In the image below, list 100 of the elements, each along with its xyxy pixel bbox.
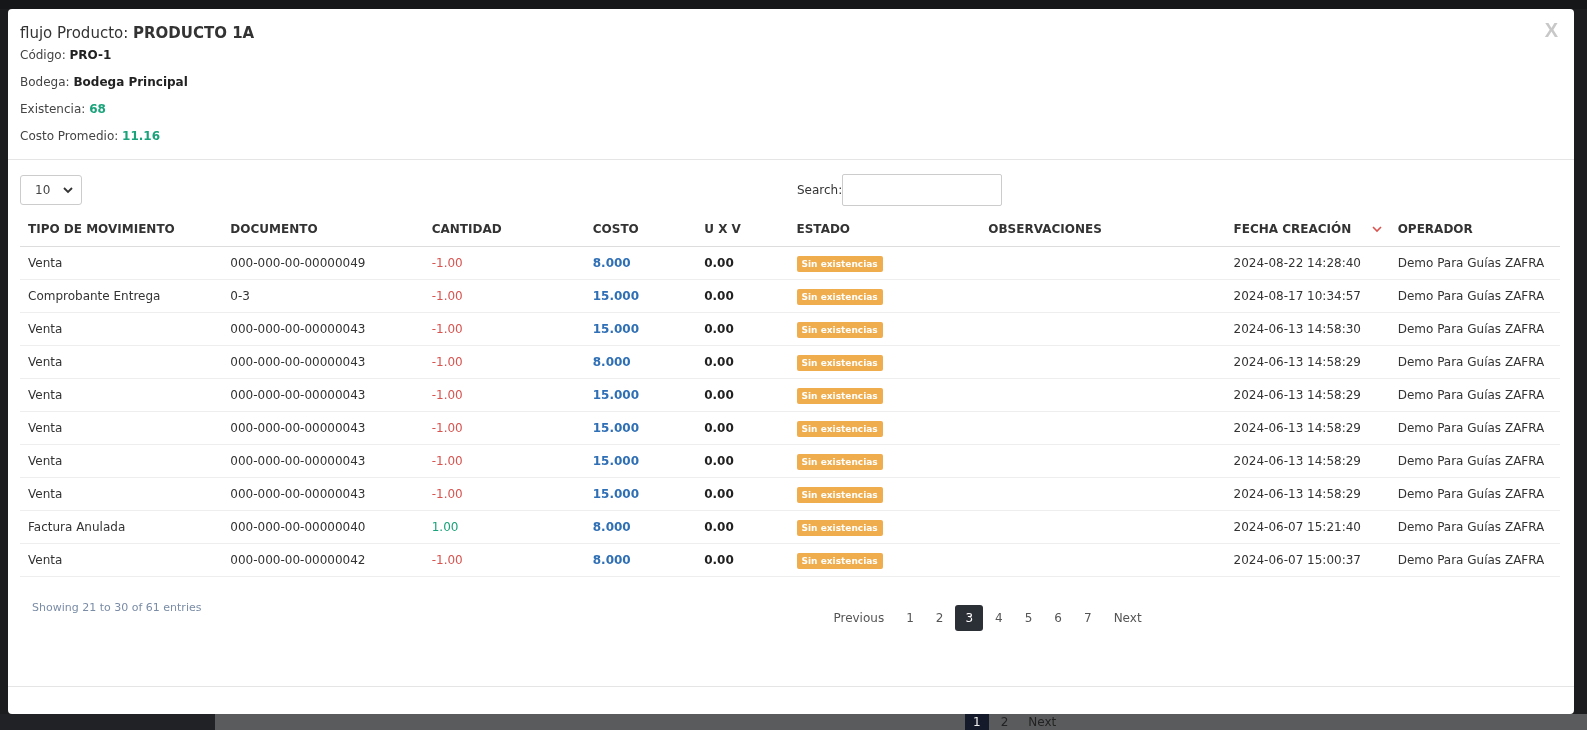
search-label: Search:	[797, 183, 843, 197]
table-cell: 0.00	[696, 246, 789, 280]
table-cell: 0.00	[696, 411, 789, 445]
table-cell: 8.000	[584, 345, 697, 379]
table-cell: 0.00	[696, 279, 789, 313]
status-badge: Sin existencias	[796, 355, 883, 371]
column-header[interactable]: OPERADOR	[1389, 212, 1560, 247]
table-cell: 2024-06-13 14:58:29	[1225, 345, 1390, 379]
table-cell: 0.00	[696, 444, 789, 478]
table-cell: -1.00	[423, 444, 585, 478]
page-link[interactable]: Next	[1103, 605, 1152, 631]
table-cell: 2024-06-13 14:58:29	[1225, 411, 1390, 445]
table-cell: 8.000	[584, 510, 697, 544]
table-cell: -1.00	[423, 246, 585, 280]
table-cell: Demo Para Guías ZAFRA	[1389, 411, 1560, 445]
table-cell: Demo Para Guías ZAFRA	[1389, 279, 1560, 313]
table-cell: 15.000	[584, 279, 697, 313]
table-cell: Comprobante Entrega	[20, 279, 223, 313]
column-header[interactable]: U X V	[696, 212, 789, 247]
table-cell: 1.00	[423, 510, 585, 544]
page-link[interactable]: 3	[955, 605, 984, 631]
status-badge: Sin existencias	[796, 553, 883, 569]
table-cell: Demo Para Guías ZAFRA	[1389, 378, 1560, 412]
column-header[interactable]: OBSERVACIONES	[980, 212, 1226, 247]
product-detail: Bodega: Bodega Principal	[20, 75, 189, 89]
table-cell: 000-000-00-00000043	[222, 444, 424, 478]
table-cell: 000-000-00-00000043	[222, 312, 424, 346]
table-cell: -1.00	[423, 312, 585, 346]
table-cell: -1.00	[423, 378, 585, 412]
product-detail: Costo Promedio: 11.16	[20, 129, 162, 143]
column-header[interactable]: CANTIDAD	[423, 212, 585, 247]
status-badge: Sin existencias	[796, 520, 883, 536]
background-page-link[interactable]: 1	[965, 714, 989, 730]
table-cell: Demo Para Guías ZAFRA	[1389, 477, 1560, 511]
sort-descending-icon	[1371, 225, 1382, 233]
table-cell: 2024-06-13 14:58:29	[1225, 444, 1390, 478]
status-badge: Sin existencias	[796, 487, 883, 503]
page-link[interactable]: 2	[925, 605, 954, 631]
table-cell: 0.00	[696, 477, 789, 511]
table-cell: Venta	[20, 444, 223, 478]
table-cell: -1.00	[423, 477, 585, 511]
table-cell: Venta	[20, 543, 223, 577]
table-cell: Venta	[20, 411, 223, 445]
table-cell: 2024-06-13 14:58:29	[1225, 378, 1390, 412]
column-header[interactable]: TIPO DE MOVIMIENTO	[20, 212, 223, 247]
table-cell: Venta	[20, 312, 223, 346]
table-cell: 000-000-00-00000042	[222, 543, 424, 577]
page-link[interactable]: 6	[1044, 605, 1072, 631]
table-cell: Demo Para Guías ZAFRA	[1389, 312, 1560, 346]
page-link[interactable]: Previous	[823, 605, 895, 631]
table-cell: 15.000	[584, 411, 697, 445]
product-detail: Existencia: 68	[20, 102, 107, 116]
table-cell: 15.000	[584, 378, 697, 412]
search-field[interactable]	[842, 174, 1003, 206]
table-cell: Venta	[20, 345, 223, 379]
column-header[interactable]: FECHA CREACIÓN	[1225, 212, 1390, 247]
table-cell: Demo Para Guías ZAFRA	[1389, 543, 1560, 577]
table-cell: 8.000	[584, 543, 697, 577]
table-cell: 0.00	[696, 378, 789, 412]
table-cell: 2024-06-07 15:00:37	[1225, 543, 1390, 577]
table-cell: 000-000-00-00000043	[222, 345, 424, 379]
table-cell: 2024-08-17 10:34:57	[1225, 279, 1390, 313]
table-cell: 2024-06-13 14:58:30	[1225, 312, 1390, 346]
table-cell: 0.00	[696, 312, 789, 346]
table-cell: 15.000	[584, 312, 697, 346]
page-link[interactable]: 1	[896, 605, 924, 631]
table-cell: 000-000-00-00000040	[222, 510, 424, 544]
page-link[interactable]: 5	[1014, 605, 1043, 631]
table-cell: 000-000-00-00000043	[222, 378, 424, 412]
table-cell: 8.000	[584, 246, 697, 280]
table-cell: 000-000-00-00000043	[222, 477, 424, 511]
table-cell: 2024-06-07 15:21:40	[1225, 510, 1390, 544]
column-header[interactable]: DOCUMENTO	[222, 212, 424, 247]
table-cell: -1.00	[423, 543, 585, 577]
table-cell: Demo Para Guías ZAFRA	[1389, 510, 1560, 544]
table-cell: 2024-08-22 14:28:40	[1225, 246, 1390, 280]
status-badge: Sin existencias	[796, 388, 883, 404]
page-length-select[interactable]: 10	[20, 175, 82, 205]
dialog-title: flujo Producto: PRODUCTO 1A	[20, 24, 255, 42]
page-link[interactable]: 7	[1074, 605, 1102, 631]
table-cell: Demo Para Guías ZAFRA	[1389, 246, 1560, 280]
table-cell: -1.00	[423, 279, 585, 313]
entries-info: Showing 21 to 30 of 61 entries	[32, 601, 202, 616]
table-cell: 000-000-00-00000049	[222, 246, 424, 280]
table-cell: Demo Para Guías ZAFRA	[1389, 444, 1560, 478]
table-cell: 0-3	[222, 279, 424, 313]
column-header[interactable]: ESTADO	[788, 212, 981, 247]
column-header[interactable]: COSTO	[584, 212, 697, 247]
table-cell: 0.00	[696, 543, 789, 577]
table-cell: 2024-06-13 14:58:29	[1225, 477, 1390, 511]
status-badge: Sin existencias	[796, 256, 883, 272]
table-cell: 000-000-00-00000043	[222, 411, 424, 445]
table-cell: Factura Anulada	[20, 510, 223, 544]
status-badge: Sin existencias	[796, 421, 883, 437]
status-badge: Sin existencias	[796, 322, 883, 338]
page-link[interactable]: 4	[985, 605, 1013, 631]
table-cell: -1.00	[423, 345, 585, 379]
chevron-down-icon	[63, 186, 73, 194]
table-cell: Venta	[20, 378, 223, 412]
table-cell: Demo Para Guías ZAFRA	[1389, 345, 1560, 379]
